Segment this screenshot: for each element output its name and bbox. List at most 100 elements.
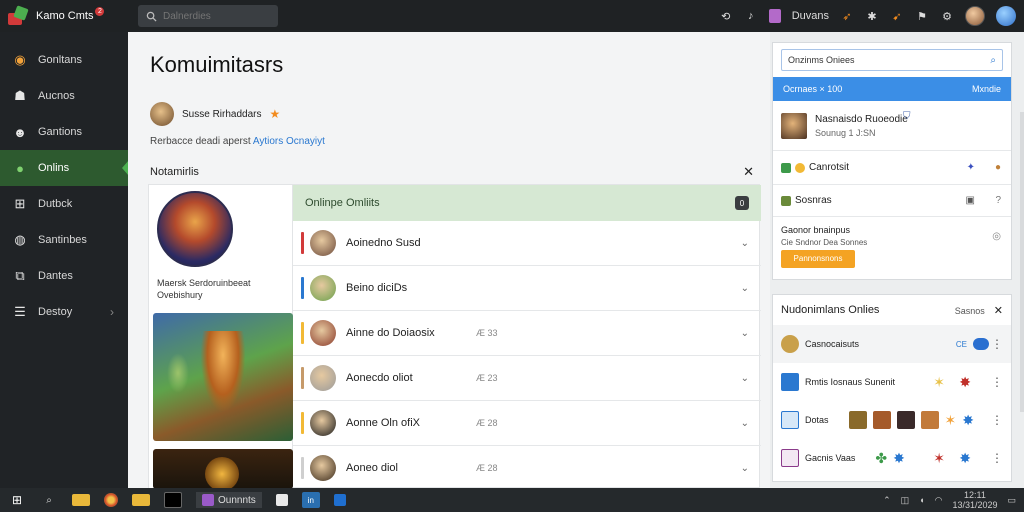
online-row[interactable]: Dotas ✶ ✸ ⋮: [773, 401, 1011, 439]
member-avatar[interactable]: [310, 275, 336, 301]
folder-icon[interactable]: [72, 494, 90, 506]
notification-icon[interactable]: ▭: [1007, 495, 1016, 506]
close-icon[interactable]: ✕: [743, 164, 754, 180]
more-icon[interactable]: ⋮: [991, 451, 1003, 465]
help-icon[interactable]: ?: [995, 195, 1001, 206]
member-row[interactable]: Aoneo diol Æ 28 ⌄: [293, 446, 761, 491]
member-row[interactable]: Aonecdo oliot Æ 23 ⌄: [293, 356, 761, 401]
status-bar: [301, 322, 304, 344]
toggle-icon[interactable]: [973, 338, 989, 350]
user-avatar[interactable]: [965, 6, 985, 26]
bell-icon[interactable]: ♪: [744, 9, 758, 23]
invite-title: Gaonor bnainpus: [781, 224, 851, 235]
scrollbar[interactable]: [1020, 112, 1024, 412]
puzzle-icon[interactable]: ✱: [865, 9, 879, 23]
start-icon[interactable]: ⊞: [8, 492, 26, 508]
search-icon[interactable]: ⌕: [40, 492, 58, 508]
user-desc-link[interactable]: Aytiors Ocnayiyt: [253, 136, 325, 147]
search-input[interactable]: [163, 10, 273, 22]
sidebar-item-santinbes[interactable]: ◍ Santinbes: [0, 222, 128, 258]
member-row[interactable]: Aoinedno Susd ⌄: [293, 221, 761, 266]
up-arrow-icon[interactable]: ⌃: [883, 495, 891, 506]
close-icon[interactable]: ✕: [994, 305, 1003, 317]
more-icon[interactable]: ⋮: [991, 413, 1003, 427]
game-art-card[interactable]: [153, 313, 293, 441]
terminal-icon[interactable]: [164, 492, 182, 508]
sidebar-item-label: Onlins: [38, 162, 70, 174]
store-icon[interactable]: [275, 494, 288, 506]
search-box[interactable]: [138, 5, 278, 27]
online-action[interactable]: Sasnos: [955, 306, 985, 316]
flag-icon[interactable]: ⚑: [915, 9, 929, 23]
logo-icon: [8, 7, 30, 25]
game-icon[interactable]: [768, 9, 781, 23]
network-icon[interactable]: ◫: [901, 495, 910, 506]
rocket-icon[interactable]: ➹: [890, 9, 904, 23]
friends-search[interactable]: ⌕: [781, 49, 1003, 71]
group-header[interactable]: Onlinpe Omliits 0: [293, 185, 761, 221]
invite-button[interactable]: Pannonsnons: [781, 249, 855, 268]
online-row-label: Dotas: [805, 415, 829, 425]
friend-avatar: [781, 112, 807, 139]
account-avatar[interactable]: [996, 6, 1016, 26]
hero-avatar[interactable]: [157, 191, 233, 267]
sync-icon[interactable]: ⟲: [719, 9, 733, 23]
profile-avatar[interactable]: [150, 102, 174, 126]
chevron-down-icon[interactable]: ⌄: [741, 418, 749, 429]
linkedin-icon[interactable]: in: [301, 492, 320, 508]
friend-row[interactable]: Nasnaisdo Ruoeodie Sounug 1 J:SN ⛉: [773, 101, 1011, 151]
puzzle-icon: ✸: [962, 411, 974, 428]
star-icon[interactable]: ✦: [967, 162, 975, 173]
volume-icon[interactable]: ◖: [919, 495, 924, 505]
clock[interactable]: 12:11 13/31/2029: [952, 490, 997, 510]
more-icon[interactable]: ⋮: [991, 375, 1003, 389]
sidebar-item-dutbck[interactable]: ⊞ Dutbck: [0, 186, 128, 222]
sidebar-item-gonltans[interactable]: ◉ Gonltans: [0, 42, 128, 78]
member-avatar[interactable]: [310, 455, 336, 481]
chevron-down-icon[interactable]: ⌄: [741, 463, 749, 474]
top-label[interactable]: Duvans: [792, 10, 829, 22]
chevron-down-icon[interactable]: ⌄: [741, 283, 749, 294]
share-box-icon: ⧉: [15, 268, 25, 283]
member-avatar[interactable]: [310, 320, 336, 346]
mail-icon[interactable]: [333, 494, 346, 506]
game-art-card-2[interactable]: [153, 449, 293, 489]
star-icon: ★: [269, 107, 281, 121]
sidebar-item-dantes[interactable]: ⧉ Dantes: [0, 258, 128, 294]
online-row[interactable]: Gacnis Vaas ✤ ✸ ✶ ✸ ⋮: [773, 439, 1011, 477]
friends-search-input[interactable]: [788, 55, 968, 65]
files-icon[interactable]: [132, 494, 150, 506]
list-item[interactable]: Sosnras ▣ ?: [773, 185, 1011, 217]
list-item[interactable]: Canrotsit ✦ ●: [773, 151, 1011, 185]
taskbar-active-app[interactable]: Ounnnts: [196, 492, 262, 508]
user-row: Susse Rirhaddars ★: [150, 102, 280, 126]
member-row[interactable]: Beino diciDs ⌄: [293, 266, 761, 311]
settings-icon[interactable]: ◎: [992, 231, 1001, 242]
chevron-down-icon[interactable]: ⌄: [741, 328, 749, 339]
more-icon[interactable]: ⋮: [991, 337, 1003, 351]
member-avatar[interactable]: [310, 410, 336, 436]
online-row[interactable]: Rmtis Iosnaus Sunenit ✶ ✸ ⋮: [773, 363, 1011, 401]
app-logo[interactable]: Kamo Cmts 2: [0, 6, 128, 25]
flame-icon[interactable]: ➶: [840, 9, 854, 23]
sidebar-item-aucnos[interactable]: ☗ Aucnos: [0, 78, 128, 114]
user-name[interactable]: Susse Rirhaddars: [182, 109, 261, 120]
settings-icon[interactable]: ⚙: [940, 9, 954, 23]
online-row[interactable]: Casnocaisuts CE ⋮: [773, 325, 1011, 363]
search-icon[interactable]: ⌕: [990, 55, 996, 66]
sidebar-item-onlins[interactable]: ● Onlins: [0, 150, 129, 186]
sidebar-item-destoy[interactable]: ☰ Destoy ›: [0, 294, 128, 330]
sidebar-item-label: Aucnos: [38, 90, 75, 102]
member-avatar[interactable]: [310, 365, 336, 391]
friends-tab[interactable]: Ocrnaes × 100 Mxndie: [773, 77, 1011, 101]
chevron-down-icon[interactable]: ⌄: [741, 373, 749, 384]
member-row[interactable]: Aonne Oln ofiX Æ 28 ⌄: [293, 401, 761, 446]
browser-icon[interactable]: [104, 493, 118, 507]
window-icon[interactable]: ▣: [966, 195, 975, 206]
member-row[interactable]: Ainne do Doiaosix Æ 33 ⌄: [293, 311, 761, 356]
wifi-icon[interactable]: ◠: [935, 495, 943, 506]
member-avatar[interactable]: [310, 230, 336, 256]
info-icon[interactable]: ●: [995, 162, 1001, 173]
sidebar-item-gantions[interactable]: ☻ Gantions: [0, 114, 128, 150]
chevron-down-icon[interactable]: ⌄: [741, 238, 749, 249]
